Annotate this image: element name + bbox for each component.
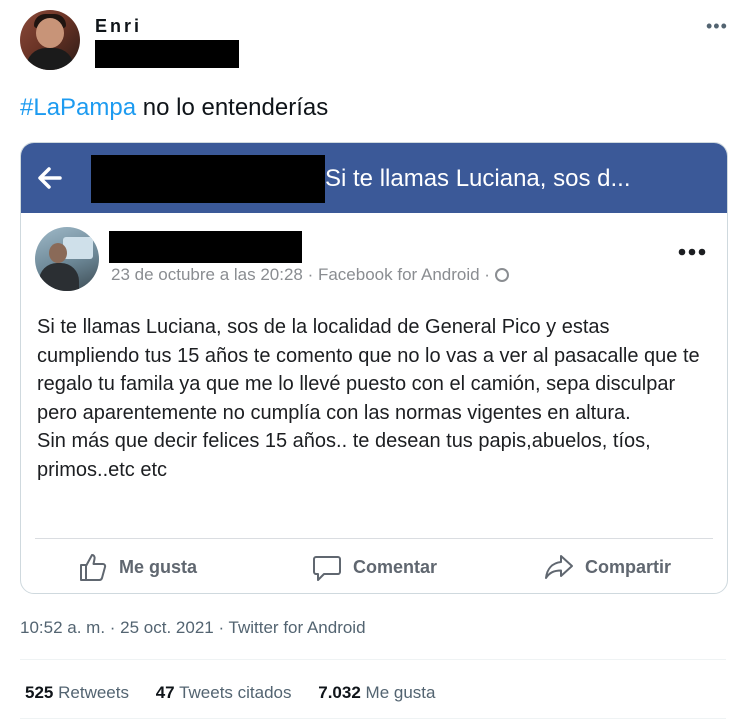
back-arrow-icon (38, 167, 62, 189)
author-name[interactable]: Enri (95, 16, 142, 37)
tweet-text-rest: no lo entenderías (136, 94, 329, 121)
post-author-avatar (35, 227, 99, 291)
post-paragraph: Sin más que decir felices 15 años.. te d… (37, 430, 651, 481)
post-meta: 23 de octubre a las 20:28 · Facebook for… (111, 265, 509, 285)
retweets-label: Retweets (58, 683, 129, 702)
post-body: Si te llamas Luciana, sos de la localida… (37, 313, 717, 484)
comment-icon (313, 556, 341, 581)
redacted-post-author (109, 231, 302, 263)
like-action: Me gusta (77, 551, 197, 583)
quotes-label: Tweets citados (179, 683, 292, 702)
like-label: Me gusta (119, 556, 198, 577)
embedded-image[interactable]: Si te llamas Luciana, sos d... 23 de oct… (20, 142, 728, 594)
likes-stat[interactable]: 7.032 Me gusta (318, 683, 435, 702)
actions-divider (35, 538, 713, 539)
quotes-stat[interactable]: 47 Tweets citados (156, 683, 292, 702)
share-action: Compartir (543, 551, 671, 583)
likes-label: Me gusta (365, 683, 436, 702)
divider (20, 718, 726, 719)
thumbs-up-icon (80, 554, 107, 581)
facebook-header-bar: Si te llamas Luciana, sos d... (21, 143, 727, 213)
quotes-count: 47 (155, 683, 175, 702)
retweets-stat[interactable]: 525 Retweets (25, 683, 129, 702)
tweet-timestamp[interactable]: 10:52 a. m. · 25 oct. 2021 · Twitter for… (20, 618, 366, 638)
share-label: Compartir (585, 556, 672, 577)
tweet-text: #LaPampa no lo entenderías (20, 94, 328, 122)
facebook-header-title: Si te llamas Luciana, sos d... (325, 165, 631, 192)
post-paragraph: Si te llamas Luciana, sos de la localida… (37, 316, 700, 424)
retweets-count: 525 (25, 683, 54, 702)
hashtag-link[interactable]: #LaPampa (20, 94, 136, 121)
redacted-handle (95, 40, 239, 68)
redacted-page-name (91, 155, 325, 203)
tweet-stats: 525 Retweets 47 Tweets citados 7.032 Me … (25, 683, 457, 703)
comment-action: Comentar (311, 551, 437, 583)
comment-label: Comentar (353, 556, 438, 577)
likes-count: 7.032 (318, 683, 361, 702)
divider (20, 659, 726, 660)
globe-icon (494, 268, 509, 282)
post-meta-text: 23 de octubre a las 20:28 · Facebook for… (111, 265, 495, 284)
author-avatar[interactable] (20, 10, 80, 70)
more-options-icon[interactable]: ••• (706, 16, 728, 37)
post-more-icon (678, 248, 706, 256)
share-arrow-icon (545, 555, 573, 579)
